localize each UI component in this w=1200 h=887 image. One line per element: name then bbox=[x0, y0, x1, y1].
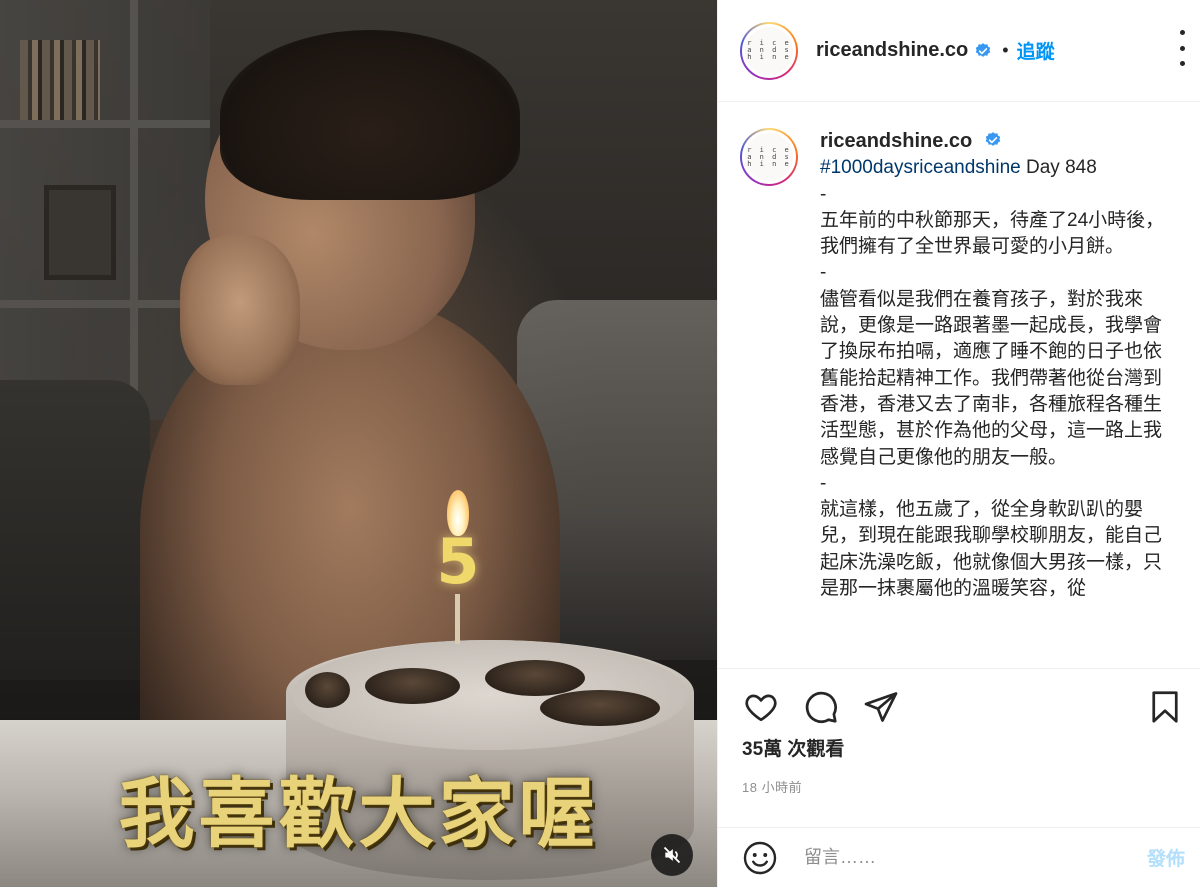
emoji-icon[interactable] bbox=[742, 840, 778, 876]
like-button[interactable] bbox=[742, 688, 780, 726]
post-timestamp[interactable]: 18 小時前 bbox=[742, 777, 1184, 796]
separator-dot: • bbox=[1002, 40, 1009, 60]
hashtag-link[interactable]: #1000daysriceandshine bbox=[820, 157, 1021, 178]
header-username[interactable]: riceandshine.co bbox=[816, 39, 968, 62]
post-sidebar: r i c e a n d s h i n e riceandshine.co … bbox=[717, 0, 1200, 887]
sofa-left bbox=[0, 380, 150, 680]
child-hair bbox=[220, 30, 520, 200]
verified-badge-icon bbox=[985, 132, 1000, 146]
avatar[interactable]: r i c e a n d s h i n e bbox=[740, 21, 798, 80]
bookshelf bbox=[0, 0, 210, 420]
share-icon bbox=[864, 691, 898, 722]
caption-day: Day 848 bbox=[1020, 157, 1097, 179]
avatar-logo: r i c e a n d s h i n e bbox=[745, 26, 793, 75]
more-options-icon[interactable] bbox=[1172, 30, 1192, 66]
heart-icon bbox=[745, 694, 777, 721]
caption-line: - bbox=[820, 262, 827, 284]
save-button[interactable] bbox=[1146, 688, 1184, 726]
instagram-post: 5 我喜歡大家喔 r i c e a n d s h i n e riceand… bbox=[0, 0, 1200, 887]
comment-button[interactable] bbox=[802, 688, 840, 726]
cookie-topping bbox=[305, 672, 350, 708]
avatar-logo: r i c e a n d s h i n e bbox=[745, 133, 793, 181]
mute-button[interactable] bbox=[651, 834, 693, 876]
picture-frame bbox=[44, 185, 116, 280]
post-video[interactable]: 5 我喜歡大家喔 bbox=[0, 0, 717, 887]
caption-text: riceandshine.co #1000daysriceandshine Da… bbox=[820, 128, 1172, 668]
child-hands bbox=[180, 235, 300, 385]
candle-flame bbox=[447, 490, 469, 536]
caption-line: 五年前的中秋節那天，待產了24小時後，我們擁有了全世界最可愛的小月餅。 bbox=[820, 209, 1165, 258]
caption-line: 儘管看似是我們在養育孩子，對於我來說，更像是一路跟著墨一起成長，我學會了換尿布拍… bbox=[820, 288, 1163, 468]
bookmark-icon bbox=[1152, 690, 1178, 723]
caption-line: - bbox=[820, 472, 827, 494]
caption-area[interactable]: r i c e a n d s h i n e riceandshine.co … bbox=[718, 102, 1200, 668]
share-button[interactable] bbox=[862, 688, 900, 726]
caption-line: - bbox=[820, 183, 827, 205]
post-header: r i c e a n d s h i n e riceandshine.co … bbox=[718, 0, 1200, 102]
caption-avatar[interactable]: r i c e a n d s h i n e bbox=[740, 128, 798, 186]
speaker-muted-icon bbox=[663, 846, 681, 864]
cookie-topping bbox=[485, 660, 585, 696]
video-caption-overlay: 我喜歡大家喔 bbox=[118, 769, 599, 858]
candle-number: 5 bbox=[436, 525, 480, 598]
comment-form: 發佈 bbox=[718, 827, 1200, 887]
caption-username[interactable]: riceandshine.co bbox=[820, 130, 972, 152]
comment-icon bbox=[805, 691, 837, 723]
cookie-topping bbox=[540, 690, 660, 726]
candle-stick bbox=[455, 594, 460, 644]
verified-badge-icon bbox=[976, 42, 991, 57]
post-comment-button[interactable]: 發佈 bbox=[1147, 844, 1185, 871]
follow-button[interactable]: 追蹤 bbox=[1017, 37, 1055, 64]
comment-input[interactable] bbox=[804, 847, 1124, 868]
cookie-topping bbox=[365, 668, 460, 704]
caption-line: 就這樣，他五歲了，從全身軟趴趴的嬰兒，到現在能跟我聊學校聊朋友，能自己起床洗澡吃… bbox=[820, 499, 1163, 600]
